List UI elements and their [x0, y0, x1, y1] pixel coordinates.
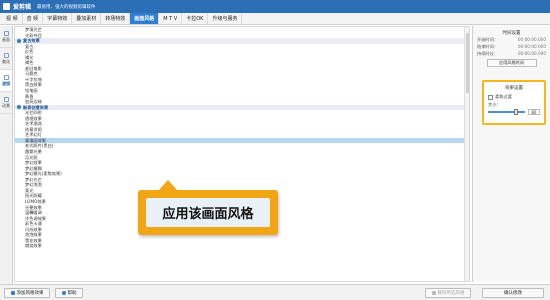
list-item-label: 艺术潮流 [25, 121, 42, 127]
picture-icon [3, 30, 9, 36]
delete-icon [431, 291, 436, 295]
list-item-label: 泡泡效果 [25, 232, 42, 238]
list-item-label: 梦幻泡泡 [25, 182, 42, 188]
callout-banner: 应用该画面风格 [138, 180, 278, 235]
callout-text: 应用该画面风格 [146, 198, 270, 227]
add-icon [10, 291, 15, 295]
list-item-label: 晨雾光晕 [25, 149, 42, 155]
settings-panel: 时间设置 开始时间： 00:00:00.000 结束时间： 00:00:00.0… [472, 26, 550, 282]
list-item-label: 艺术幻灯 [25, 132, 42, 138]
start-time-row: 开始时间： 00:00:00.000 [473, 36, 550, 43]
title-bar: 爱剪辑 最易用、强大的视频剪辑软件 [0, 0, 550, 13]
size-slider[interactable] [488, 109, 525, 115]
duration-row: 持续时长： 00:00:00.000 [473, 50, 550, 57]
confirm-button[interactable]: 确认修改 [482, 288, 544, 298]
list-item-label: 加亮边缘 [25, 99, 42, 105]
tab-audio[interactable]: 音 频 [23, 13, 44, 24]
help-icon [61, 291, 66, 295]
tab-mtv[interactable]: M T V [159, 13, 183, 24]
tab-karaoke[interactable]: 卡拉OK [182, 13, 209, 24]
filter-icon [3, 74, 9, 80]
end-time-label: 结束时间： [477, 44, 498, 49]
motion-icon [3, 96, 9, 102]
list-item-label: 反色 [25, 49, 34, 55]
collapse-icon [17, 38, 21, 43]
scrollbar-thumb[interactable] [466, 33, 469, 93]
list-item-label: 梦幻模光(柔焦效果) [25, 171, 62, 177]
tab-transitions[interactable]: 转场特效 [101, 13, 131, 24]
size-value-input[interactable]: 80 [527, 109, 540, 115]
list-item-label: 铅笔画 [25, 88, 38, 94]
list-item-label: 闪烁效果 [25, 226, 42, 232]
category-sidebar: 画面 美化 滤镜 动景 [0, 26, 13, 286]
list-item-label: 光彩夺目 [25, 32, 42, 38]
size-label: 大小： [488, 102, 501, 107]
sidebar-item-label: 美化 [2, 58, 10, 64]
list-item-label: 燃烧效果 [25, 243, 42, 249]
effect-settings-title: 效果设置 [505, 86, 523, 91]
collapse-icon [17, 105, 21, 110]
end-time-input[interactable]: 00:00:00.000 [518, 43, 546, 50]
delete-style-button[interactable]: 删除所选风格 [425, 288, 471, 298]
main-tab-bar: 视 频 音 频 字幕特效 叠加素材 转场特效 画面风格 M T V 卡拉OK 升… [0, 13, 550, 25]
tab-subtitle-effects[interactable]: 字幕特效 [43, 13, 73, 24]
list-scrollbar[interactable] [464, 27, 469, 281]
list-item-label: 光芒四射 [25, 110, 42, 116]
tab-video[interactable]: 视 频 [2, 13, 23, 24]
start-time-input[interactable]: 00:00:00.000 [518, 36, 546, 43]
delete-style-label: 删除所选风格 [437, 291, 465, 296]
list-item-label: 梦境光芒 [25, 27, 42, 32]
list-item-label: 梦幻效果 [25, 160, 42, 166]
tab-overlay[interactable]: 叠加素材 [72, 13, 102, 24]
list-item-label: 温馨暖调 [25, 210, 42, 216]
soft-transition-label: 柔和过渡 [495, 94, 512, 99]
list-item-label: 老式照片(黑白) [25, 143, 54, 149]
apply-style-time-button[interactable]: 应用风格时间 [486, 59, 537, 67]
sidebar-item-filter[interactable]: 滤镜 [0, 70, 12, 92]
list-item-label: 黑白效果 [25, 82, 42, 88]
tab-picture-style[interactable]: 画面风格 [130, 13, 160, 24]
sidebar-item-beautify[interactable]: 美化 [0, 48, 12, 70]
sidebar-item-label: 动景 [2, 102, 10, 108]
effects-list: 梦境光芒 光彩夺目 复古效果 复古 反色 褐光 褐色 老旧电影 马赛克 十字拉伸 黑白效果 铅笔画 黄昏… [14, 26, 470, 282]
list-item-label: 褐光 [25, 54, 34, 60]
app-logo-icon [3, 3, 10, 10]
duration-input[interactable]: 00:00:00.000 [518, 50, 546, 57]
list-item-label: 梦幻模糊 [25, 165, 42, 171]
soft-transition-checkbox[interactable] [488, 94, 493, 100]
start-time-label: 开始时间： [477, 37, 498, 42]
list-item-label: 阳光照耀 [25, 193, 42, 199]
sidebar-item-label: 滤镜 [2, 80, 10, 86]
list-item-label: 褐色 [25, 60, 34, 66]
list-item-label: 复古 [25, 43, 34, 49]
tab-upgrade-service[interactable]: 升级与服务 [208, 13, 243, 24]
sidebar-item-motion[interactable]: 动景 [0, 92, 12, 114]
soft-transition-option[interactable]: 柔和过渡 [484, 94, 544, 100]
list-item-label: 冷色调效果 [25, 215, 46, 221]
sidebar-item-picture[interactable]: 画面 [0, 26, 12, 48]
help-button[interactable]: 帮助 [55, 288, 83, 298]
list-item-label: 光晕效果 [25, 204, 42, 210]
sidebar-item-label: 画面 [2, 36, 10, 42]
duration-label: 持续时长： [477, 51, 498, 56]
app-tagline: 最易用、强大的视频剪辑软件 [37, 4, 96, 10]
magic-wand-icon [3, 52, 9, 58]
size-control: 80 [484, 109, 544, 115]
add-style-button[interactable]: 添加风格效果 [4, 288, 50, 298]
list-item-label: 黄昏 [25, 93, 34, 99]
list-item-label: 马赛克 [25, 71, 38, 77]
effect-settings-box: 效果设置 柔和过渡 大小： 80 [482, 80, 546, 125]
list-item-label: 彩色卡通 [25, 221, 42, 227]
list-item[interactable]: 燃烧效果 [15, 243, 469, 249]
list-item-label: 月光照 [25, 154, 38, 160]
app-name: 爱剪辑 [13, 4, 32, 11]
list-item-label: 透视效果 [25, 115, 42, 121]
bottom-toolbar: 添加风格效果 帮助 删除所选风格 确认修改 [0, 284, 550, 300]
help-label: 帮助 [67, 291, 77, 296]
list-item-label: LOMO效果 [25, 198, 46, 204]
size-slider-handle[interactable] [513, 109, 518, 115]
add-style-label: 添加风格效果 [16, 291, 44, 296]
end-time-row: 结束时间： 00:00:00.000 [473, 43, 550, 50]
